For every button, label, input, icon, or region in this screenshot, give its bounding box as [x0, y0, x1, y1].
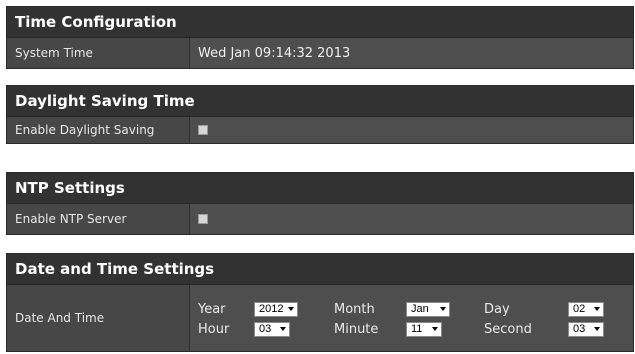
date-time-settings-panel: Date and Time Settings Date And Time Yea…: [6, 253, 634, 352]
minute-select-value: 11: [411, 323, 423, 336]
second-select[interactable]: 03: [568, 321, 604, 337]
hour-chevron-down-icon: [280, 327, 286, 332]
minute-chevron-down-icon: [432, 327, 438, 332]
year-chevron-down-icon: [288, 307, 294, 312]
month-label: Month: [334, 301, 375, 317]
date-time-settings-header: Date and Time Settings: [7, 254, 633, 285]
day-label: Day: [484, 301, 510, 317]
system-time-row: System Time Wed Jan 09:14:32 2013: [7, 38, 633, 68]
enable-daylight-saving-label: Enable Daylight Saving: [7, 117, 190, 143]
month-chevron-down-icon: [440, 307, 446, 312]
minute-select[interactable]: 11: [406, 321, 442, 337]
hour-label: Hour: [198, 321, 230, 337]
second-chevron-down-icon: [594, 327, 600, 332]
enable-ntp-server-row: Enable NTP Server: [7, 204, 633, 234]
day-select[interactable]: 02: [568, 301, 604, 317]
enable-daylight-saving-checkbox[interactable]: [198, 125, 208, 135]
daylight-saving-header: Daylight Saving Time: [7, 86, 633, 117]
hour-select[interactable]: 03: [254, 321, 290, 337]
hour-select-value: 03: [259, 323, 272, 336]
daylight-saving-panel: Daylight Saving Time Enable Daylight Sav…: [6, 85, 634, 144]
time-configuration-panel: Time Configuration System Time Wed Jan 0…: [6, 6, 634, 69]
date-and-time-fields: Year 2012 Month Jan Day 02 Hour 03 Minut…: [190, 285, 633, 351]
day-chevron-down-icon: [594, 307, 600, 312]
date-and-time-label: Date And Time: [7, 285, 190, 351]
year-select[interactable]: 2012: [254, 301, 298, 317]
time-configuration-header: Time Configuration: [7, 7, 633, 38]
enable-ntp-server-checkbox[interactable]: [198, 214, 208, 224]
year-select-value: 2012: [259, 303, 284, 316]
enable-ntp-server-cell: [190, 204, 633, 234]
month-select-value: Jan: [411, 303, 429, 316]
ntp-settings-panel: NTP Settings Enable NTP Server: [6, 172, 634, 235]
month-select[interactable]: Jan: [406, 301, 450, 317]
enable-daylight-saving-cell: [190, 117, 633, 143]
minute-label: Minute: [334, 321, 379, 337]
day-select-value: 02: [573, 303, 586, 316]
second-label: Second: [484, 321, 532, 337]
date-and-time-row: Date And Time Year 2012 Month Jan Day 02…: [7, 285, 633, 351]
ntp-settings-header: NTP Settings: [7, 173, 633, 204]
enable-ntp-server-label: Enable NTP Server: [7, 204, 190, 234]
year-label: Year: [198, 301, 226, 317]
second-select-value: 03: [573, 323, 586, 336]
system-time-label: System Time: [7, 38, 190, 68]
system-time-value: Wed Jan 09:14:32 2013: [190, 38, 633, 68]
enable-daylight-saving-row: Enable Daylight Saving: [7, 117, 633, 143]
